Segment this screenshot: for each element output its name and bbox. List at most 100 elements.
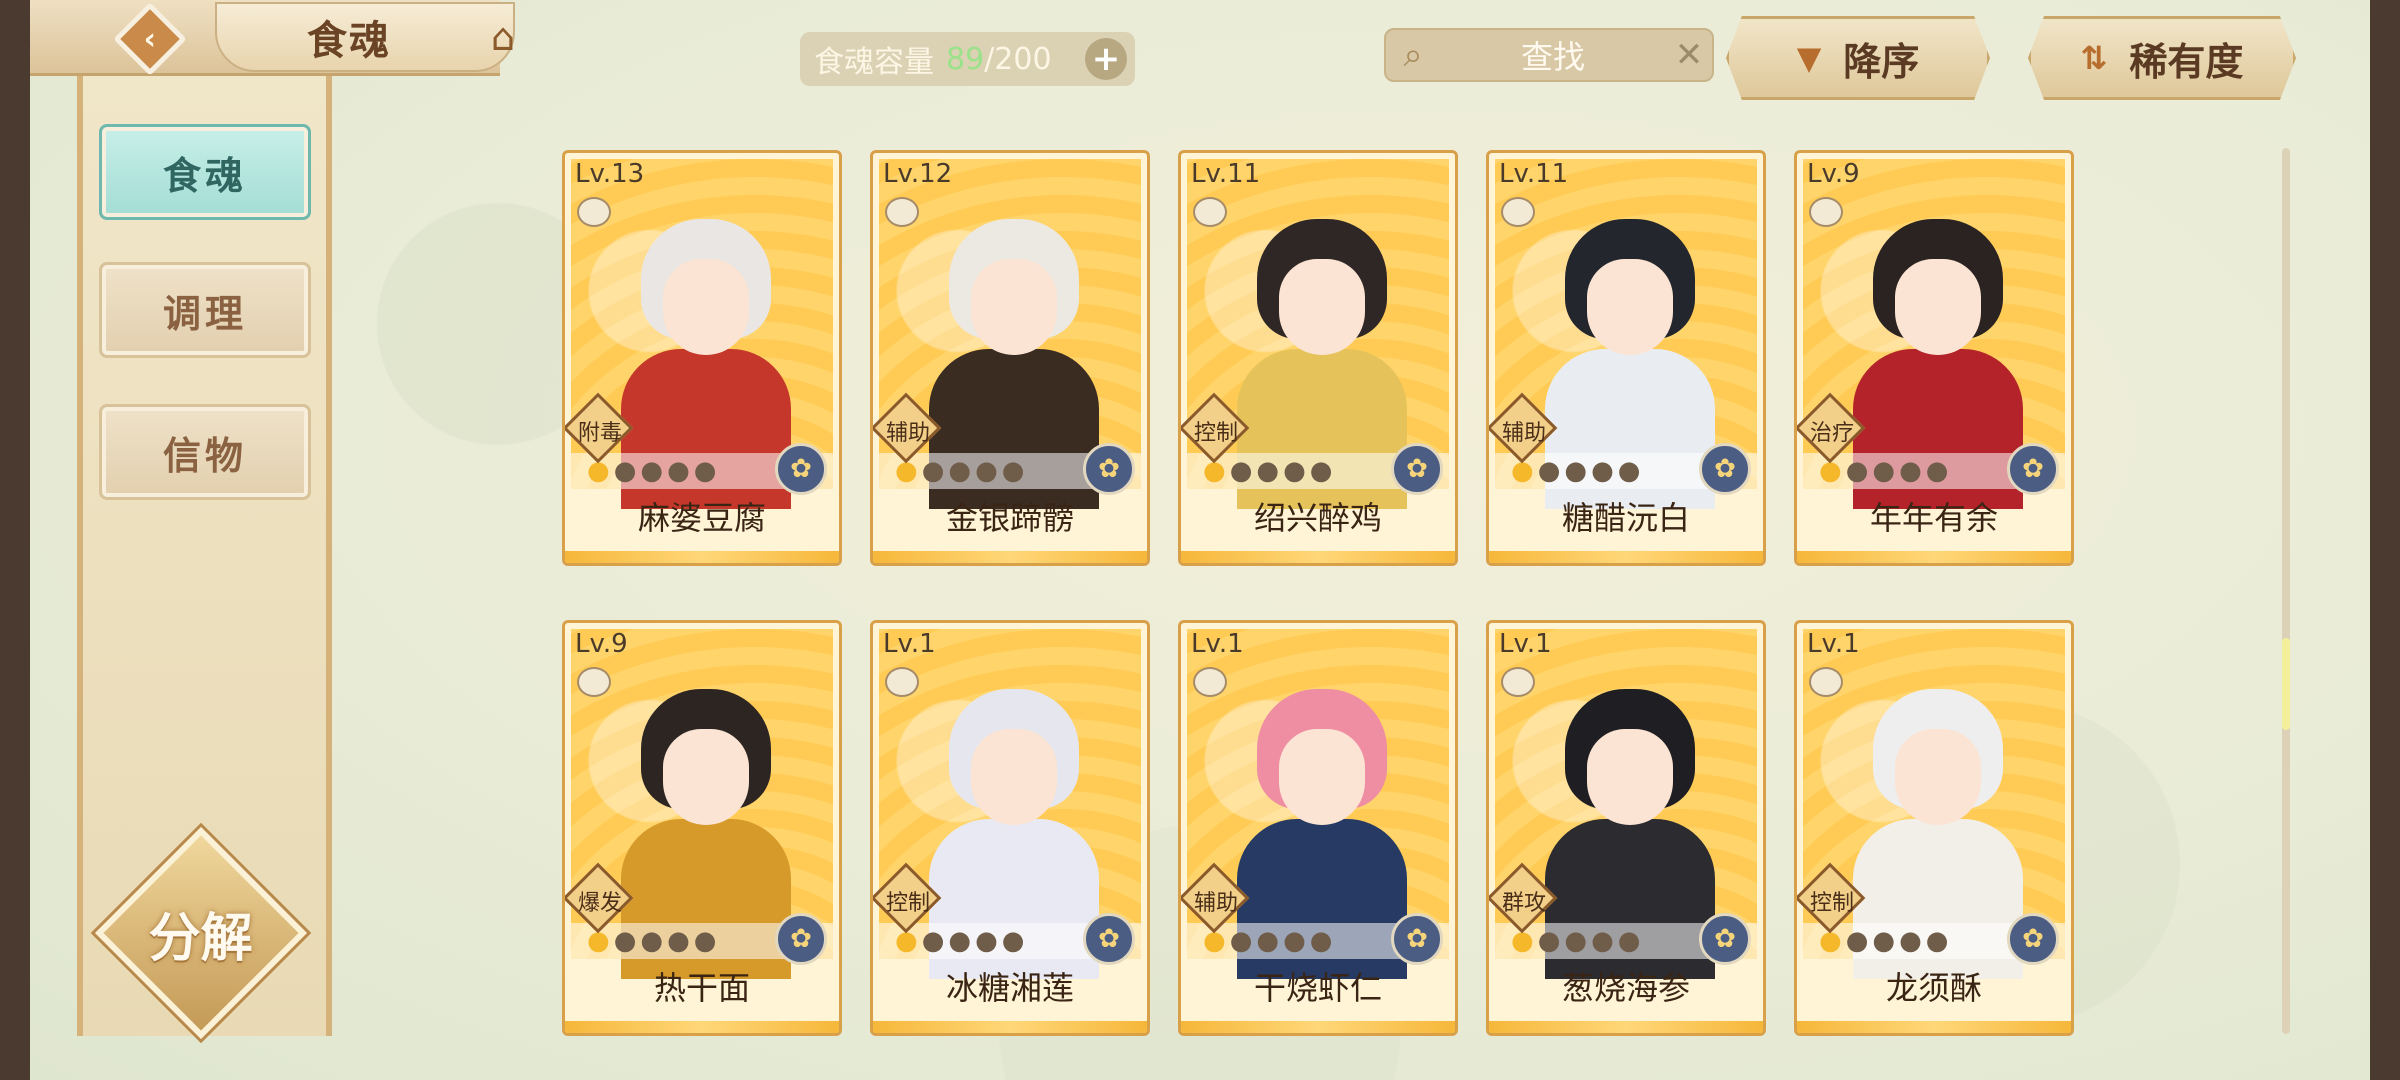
card-name: 热干面 (653, 969, 750, 1007)
card-rarity-strip (873, 551, 1147, 563)
star-icon: ● (921, 926, 945, 956)
sort-rarity-label: 稀有度 (2129, 39, 2244, 84)
card-level: Lv.1 (1807, 629, 1860, 659)
role-label: 控制 (885, 891, 930, 916)
bowl-icon (885, 667, 919, 697)
card-name: 绍兴醉鸡 (1253, 499, 1382, 537)
bowl-icon (1809, 197, 1843, 227)
element-flower-icon: ✿ (2007, 443, 2059, 495)
food-soul-card[interactable]: Lv.12 ● ● ● ● ● 辅助 ✿ 金银蹄髈 (870, 150, 1150, 566)
title-tab: 食魂 (215, 2, 515, 72)
scrollbar-thumb[interactable] (2282, 638, 2290, 730)
element-flower-icon: ✿ (2007, 913, 2059, 965)
card-rarity-strip (1181, 1021, 1455, 1033)
star-icon: ● (1925, 456, 1949, 486)
search-box[interactable]: ⌕ 查找 ✕ (1384, 28, 1714, 82)
clear-search-button[interactable]: ✕ (1666, 35, 1712, 75)
food-soul-card[interactable]: Lv.11 ● ● ● ● ● 控制 ✿ 绍兴醉鸡 (1178, 150, 1458, 566)
card-rarity-strip (1489, 551, 1763, 563)
character-face (971, 729, 1057, 825)
expand-capacity-button[interactable]: + (1085, 38, 1127, 80)
card-level: Lv.12 (883, 159, 953, 189)
sidebar-item-tuning[interactable]: 调理 (99, 262, 311, 358)
element-flower-icon: ✿ (1699, 913, 1751, 965)
bowl-icon (1501, 197, 1535, 227)
character-face (663, 259, 749, 355)
scrollbar[interactable] (2282, 148, 2290, 1034)
sort-rarity-button[interactable]: ⇅ 稀有度 (2028, 16, 2296, 100)
screen-edge (2370, 0, 2400, 1080)
star-icon: ● (1564, 456, 1588, 486)
page-title: 食魂 (307, 18, 391, 64)
character-face (1895, 729, 1981, 825)
card-rarity-strip (1797, 551, 2071, 563)
card-name: 龙须酥 (1885, 969, 1982, 1007)
star-icon: ● (1256, 456, 1280, 486)
role-label: 附毒 (577, 421, 622, 446)
star-icon: ● (1899, 926, 1922, 956)
star-icon: ● (1283, 926, 1306, 956)
role-label: 控制 (1809, 891, 1854, 916)
star-icon: ● (640, 926, 664, 956)
sidebar-item-food-soul[interactable]: 食魂 (99, 124, 311, 220)
character-face (1279, 259, 1365, 355)
bowl-icon (1193, 197, 1227, 227)
element-flower-icon: ✿ (775, 913, 827, 965)
card-name: 年年有余 (1869, 499, 1998, 537)
role-label: 群攻 (1501, 891, 1546, 916)
star-icon: ● (921, 456, 945, 486)
food-soul-card[interactable]: Lv.1 ● ● ● ● ● 控制 ✿ 龙须酥 (1794, 620, 2074, 1036)
role-label: 控制 (1193, 421, 1238, 446)
star-icon: ● (1617, 456, 1641, 486)
element-flower-icon: ✿ (1699, 443, 1751, 495)
food-soul-card[interactable]: Lv.1 ● ● ● ● ● 辅助 ✿ 干烧虾仁 (1178, 620, 1458, 1036)
role-label: 爆发 (577, 891, 622, 916)
food-soul-card[interactable]: Lv.1 ● ● ● ● ● 群攻 ✿ 葱烧海参 (1486, 620, 1766, 1036)
food-soul-card[interactable]: Lv.9 ● ● ● ● ● 爆发 ✿ 热干面 (562, 620, 842, 1036)
character-face (971, 259, 1057, 355)
capacity-label: 食魂容量 (814, 45, 934, 80)
search-input[interactable]: 查找 (1440, 32, 1666, 78)
star-icon: ● (1283, 456, 1306, 486)
card-name: 干烧虾仁 (1253, 969, 1382, 1007)
character-face (1279, 729, 1365, 825)
food-soul-card[interactable]: Lv.11 ● ● ● ● ● 辅助 ✿ 糖醋沅白 (1486, 150, 1766, 566)
character-face (1587, 729, 1673, 825)
character-face (1895, 259, 1981, 355)
pavilion-icon[interactable]: ⌂ (475, 12, 531, 62)
card-level: Lv.1 (883, 629, 936, 659)
star-icon: ● (1229, 456, 1253, 486)
element-flower-icon: ✿ (1083, 913, 1135, 965)
card-rarity-strip (873, 1021, 1147, 1033)
card-rarity-strip (1181, 551, 1455, 563)
role-label: 辅助 (885, 421, 930, 446)
star-icon: ● (1001, 456, 1025, 486)
sort-order-button[interactable]: ▼ 降序 (1726, 16, 1990, 100)
element-flower-icon: ✿ (1391, 443, 1443, 495)
bowl-icon (1809, 667, 1843, 697)
sort-down-icon: ▼ (1796, 39, 1822, 77)
bowl-icon (577, 667, 611, 697)
star-icon: ● (1564, 926, 1588, 956)
food-soul-card[interactable]: Lv.9 ● ● ● ● ● 治疗 ✿ 年年有余 (1794, 150, 2074, 566)
capacity-current: 89 (946, 41, 985, 77)
card-level: Lv.1 (1191, 629, 1244, 659)
element-flower-icon: ✿ (775, 443, 827, 495)
card-level: Lv.9 (575, 629, 628, 659)
food-soul-card[interactable]: Lv.13 ● ● ● ● ● 附毒 ✿ 麻婆豆腐 (562, 150, 842, 566)
search-icon: ⌕ (1403, 35, 1423, 75)
sidebar-item-token[interactable]: 信物 (99, 404, 311, 500)
card-level: Lv.11 (1191, 159, 1261, 189)
role-label: 治疗 (1809, 421, 1854, 446)
star-icon: ● (1309, 926, 1333, 956)
card-name: 糖醋沅白 (1561, 499, 1690, 537)
star-icon: ● (1591, 456, 1614, 486)
character-face (663, 729, 749, 825)
bowl-icon (1193, 667, 1227, 697)
card-name: 葱烧海参 (1561, 969, 1690, 1007)
food-soul-card[interactable]: Lv.1 ● ● ● ● ● 控制 ✿ 冰糖湘莲 (870, 620, 1150, 1036)
card-level: Lv.11 (1499, 159, 1569, 189)
star-icon: ● (640, 456, 664, 486)
back-button[interactable]: ‹ (95, 2, 205, 76)
bowl-icon (885, 197, 919, 227)
